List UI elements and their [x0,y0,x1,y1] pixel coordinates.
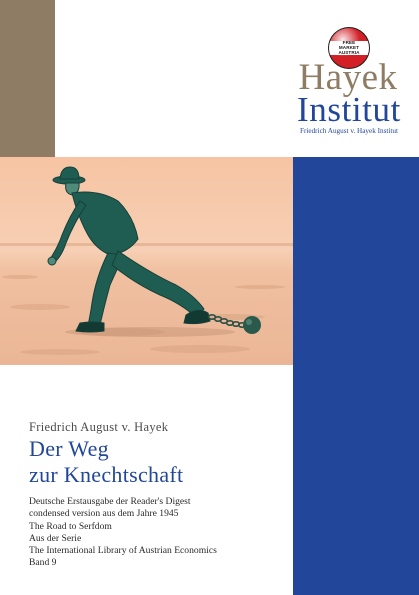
blue-panel [293,157,419,595]
details-line: Band 9 [29,557,57,569]
details-line: condensed version aus dem Jahre 1945 [29,508,179,520]
details-line: Deutsche Erstausgabe der Reader's Digest [29,496,191,507]
logo-institut: Institut [297,90,401,129]
details-line: Aus der Serie [29,532,82,544]
book-cover: FREE MARKET AUSTRIA Hayek Institut Fried… [0,0,419,595]
badge-line: AUSTRIA [338,50,360,55]
book-title: Der Weg zur Knechtschaft [29,436,291,488]
logo-subline: Friedrich August v. Hayek Institut [300,127,398,135]
badge-text: FREE MARKET AUSTRIA [327,40,371,55]
man-with-ball-and-chain-icon [0,157,293,365]
author-name: Friedrich August v. Hayek [29,420,169,434]
edition-details: Deutsche Erstausgabe der Reader's Digest… [29,496,291,570]
title-line: zur Knechtschaft [29,462,184,487]
brown-stripe [0,0,55,157]
cover-illustration [0,157,293,365]
details-line: The Road to Serfdom [29,520,112,532]
title-line: Der Weg [29,436,109,461]
details-line: The International Library of Austrian Ec… [29,545,217,557]
